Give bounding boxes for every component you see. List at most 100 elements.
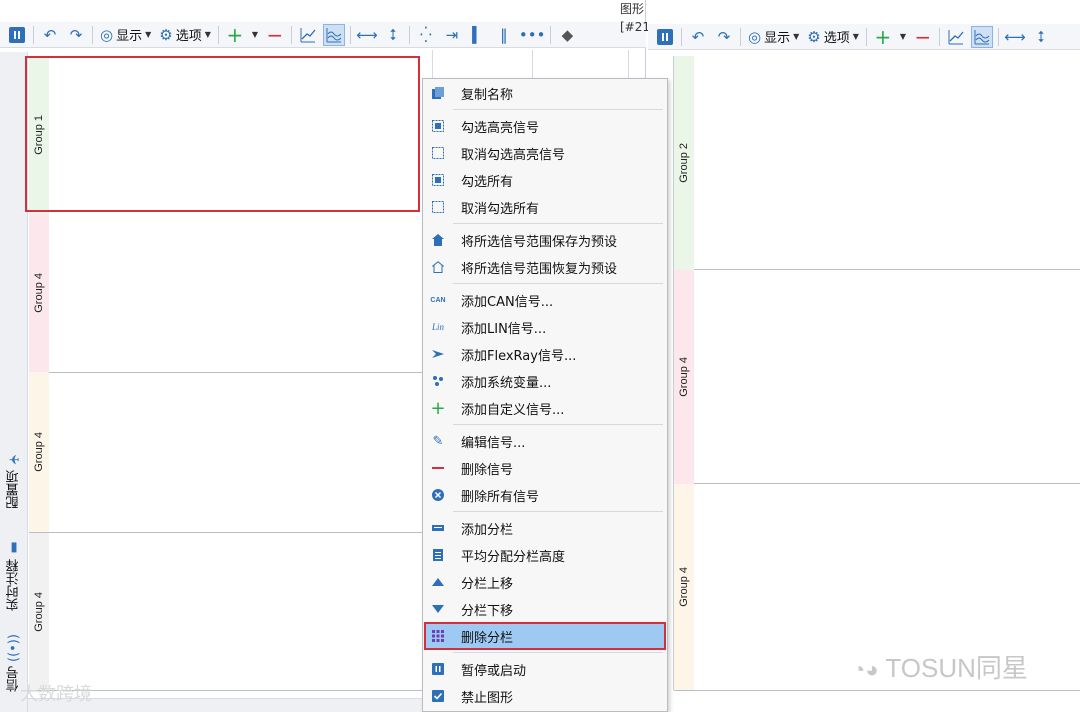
redo-icon[interactable]: ↷ xyxy=(65,24,87,46)
options-label: 选项 xyxy=(175,29,202,44)
show-label: 显示 xyxy=(116,29,143,44)
remove-all-icon xyxy=(431,488,445,502)
options-label: 选项 xyxy=(823,31,850,46)
menu-item-label: 平均分配分栏高度 xyxy=(461,549,566,565)
menu-item-label: 取消勾选高亮信号 xyxy=(461,147,566,163)
options-dropdown[interactable]: ⚙ 选项 ▼ xyxy=(155,25,215,45)
tab-live-annotation[interactable]: 实时注释 ▮ xyxy=(2,530,26,622)
menu-item-add-lin[interactable]: Lin 添加LIN信号... xyxy=(425,314,665,340)
gear-icon: ⚙ xyxy=(807,27,821,46)
chevron-down-icon[interactable]: ▼ xyxy=(898,26,908,48)
menu-item-equalize-height[interactable]: 平均分配分栏高度 xyxy=(425,542,665,568)
fit-vertical-icon[interactable]: ⭥ xyxy=(382,24,404,46)
cursor-split-icon[interactable]: ⇥ xyxy=(441,24,463,46)
bookmark-icon: ▮ xyxy=(6,540,22,556)
undo-icon[interactable]: ↶ xyxy=(39,24,61,46)
cursor-cross-icon[interactable]: ⁛ xyxy=(415,24,437,46)
highlighted-group-panel[interactable] xyxy=(25,56,420,212)
menu-item-add-column[interactable]: 添加分栏 xyxy=(425,515,665,541)
menu-item-label: 添加LIN信号... xyxy=(461,321,547,337)
separator xyxy=(217,25,219,44)
menu-item-label: 添加系统变量... xyxy=(461,375,552,391)
brand-watermark: ◔◕ TOSUN同星 xyxy=(852,648,1028,685)
show-dropdown[interactable]: ◎ 显示 ▼ xyxy=(96,25,155,45)
menu-item-restore-range-preset[interactable]: 将所选信号范围恢复为预设 xyxy=(425,254,665,280)
menu-item-check-all[interactable]: 勾选所有 xyxy=(425,167,665,193)
group-label-text: Group 4 xyxy=(678,567,690,607)
menu-item-disable-graphic[interactable]: 禁止图形 xyxy=(425,683,665,709)
menu-item-copy-name[interactable]: 复制名称 xyxy=(425,80,665,106)
menu-item-delete-signal[interactable]: 删除信号 xyxy=(425,455,665,481)
redo-icon[interactable]: ↷ xyxy=(713,26,735,48)
show-dropdown[interactable]: ◎ 显示 ▼ xyxy=(744,27,803,47)
remove-icon[interactable]: − xyxy=(912,25,934,49)
menu-item-move-column-down[interactable]: 分栏下移 xyxy=(425,596,665,622)
menu-item-add-flexray[interactable]: 添加FlexRay信号... xyxy=(425,341,665,367)
pin-icon: ✈ xyxy=(6,451,22,466)
fit-vertical-icon[interactable]: ⭥ xyxy=(1030,26,1052,48)
menu-item-label: 删除信号 xyxy=(461,462,514,478)
separator xyxy=(92,25,93,44)
separator xyxy=(290,25,292,44)
menu-item-check-highlighted[interactable]: 勾选高亮信号 xyxy=(425,113,665,139)
wave-mode-icon[interactable] xyxy=(322,23,345,46)
line-chart-icon[interactable] xyxy=(297,24,319,46)
menu-item-delete-column[interactable]: 删除分栏 xyxy=(424,622,666,650)
separator xyxy=(740,27,741,46)
menu-separator xyxy=(453,283,663,284)
menu-item-add-custom-signal[interactable]: + 添加自定义信号... xyxy=(425,395,665,421)
fit-horizontal-icon[interactable]: ⟷ xyxy=(1004,26,1026,48)
right-toolbar: ↶ ↷ ◎ 显示 ▼ ⚙ 选项 ▼ + ▼ − ⟷ ⭥ xyxy=(648,24,1080,50)
menu-item-move-column-up[interactable]: 分栏上移 xyxy=(425,569,665,595)
pause-icon[interactable] xyxy=(654,26,676,48)
chevron-down-icon: ▼ xyxy=(204,30,211,39)
gear-icon: ⚙ xyxy=(159,25,173,44)
group-divider xyxy=(694,269,1080,270)
tab-config[interactable]: 配置项 ✈ xyxy=(2,444,26,516)
plus-icon: + xyxy=(430,397,446,419)
group-label-2: Group 4 xyxy=(29,214,49,372)
line-chart-icon[interactable] xyxy=(945,26,967,48)
more-icon[interactable]: ••• xyxy=(519,24,546,46)
grid-delete-icon xyxy=(431,629,445,643)
pause-icon[interactable] xyxy=(6,24,28,46)
wechat-icon: ◔◕ xyxy=(852,657,879,682)
menu-separator xyxy=(453,652,663,653)
double-cursor-icon[interactable]: ‖ xyxy=(493,24,515,46)
left-toolbar: ↶ ↷ ◎ 显示 ▼ ⚙ 选项 ▼ + ▼ − ⟷ ⭥ ⁛ ⇥ ▍ ‖ ••• xyxy=(0,22,646,48)
separator xyxy=(865,27,867,46)
right-window-title: 图形 [#21] xyxy=(620,2,655,34)
column-divider xyxy=(628,50,629,80)
chevron-down-icon: ▼ xyxy=(793,32,800,41)
menu-item-label: 添加FlexRay信号... xyxy=(461,348,577,364)
menu-item-save-range-preset[interactable]: 将所选信号范围保存为预设 xyxy=(425,227,665,253)
wave-mode-icon[interactable] xyxy=(970,25,993,48)
chevron-down-icon[interactable]: ▼ xyxy=(250,24,260,46)
options-dropdown[interactable]: ⚙ 选项 ▼ xyxy=(803,27,863,47)
menu-item-uncheck-highlighted[interactable]: 取消勾选高亮信号 xyxy=(425,140,665,166)
add-icon[interactable]: + xyxy=(224,23,246,47)
menu-item-add-can[interactable]: CAN 添加CAN信号... xyxy=(425,287,665,313)
remove-icon[interactable]: − xyxy=(264,23,286,47)
config-tab-label: 配置项 xyxy=(6,470,22,509)
group-label-3: Group 4 xyxy=(29,372,49,532)
separator xyxy=(681,27,682,46)
separator xyxy=(938,27,940,46)
menu-item-edit-signal[interactable]: ✎ 编辑信号... xyxy=(425,428,665,454)
eraser-icon[interactable]: ◆ xyxy=(556,24,578,46)
menu-item-delete-all-signals[interactable]: 删除所有信号 xyxy=(425,482,665,508)
system-var-icon xyxy=(431,374,445,388)
group-divider xyxy=(694,483,1080,484)
separator xyxy=(33,25,34,44)
single-cursor-icon[interactable]: ▍ xyxy=(467,24,489,46)
undo-icon[interactable]: ↶ xyxy=(687,26,709,48)
menu-item-uncheck-all[interactable]: 取消勾选所有 xyxy=(425,194,665,220)
menu-separator xyxy=(453,109,663,110)
equalize-icon xyxy=(431,548,445,562)
menu-item-add-system-var[interactable]: 添加系统变量... xyxy=(425,368,665,394)
add-icon[interactable]: + xyxy=(872,25,894,49)
minus-icon xyxy=(431,461,445,475)
menu-item-pause-start[interactable]: 暂停或启动 xyxy=(425,656,665,682)
fit-horizontal-icon[interactable]: ⟷ xyxy=(356,24,378,46)
check-all-icon xyxy=(431,173,445,187)
